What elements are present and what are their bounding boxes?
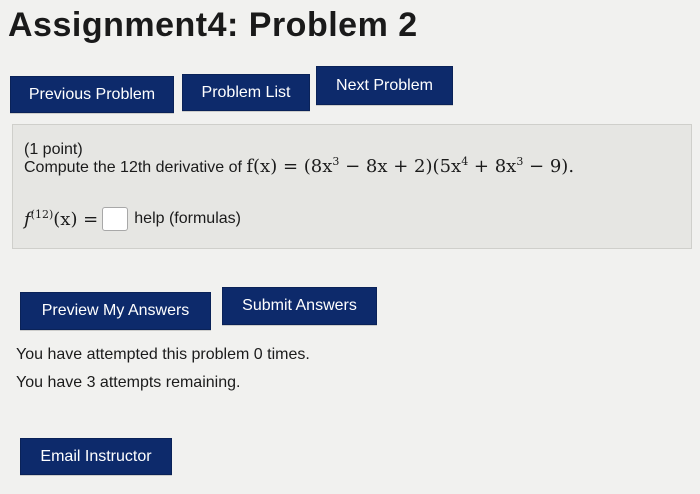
answer-label: f(12)(x) = [24,208,98,230]
attempts-made-text: You have attempted this problem 0 times. [16,346,310,363]
function-expression: f(x) = (8x3 − 8x + 2)(5x4 + 8x3 − 9). [246,155,574,177]
page-title: Assignment4: Problem 2 [8,6,418,44]
problem-prompt: Compute the 12th derivative of f(x) = (8… [24,155,574,177]
answer-input[interactable] [102,207,129,231]
problem-box: (1 point) Compute the 12th derivative of… [12,124,692,249]
answer-row: f(12)(x) = help (formulas) [24,207,241,231]
submit-answers-button[interactable]: Submit Answers [222,287,377,325]
factor2-mid: + 8x [468,156,517,177]
answer-label-rest: (x) = [53,209,99,230]
answer-label-base: f [24,209,31,230]
answer-label-exponent: (12) [30,208,54,221]
preview-answers-button[interactable]: Preview My Answers [20,292,211,330]
function-lhs: f(x) = [246,156,299,177]
problem-list-button[interactable]: Problem List [182,74,310,111]
factor1-open: (8x [303,156,333,177]
prompt-text: Compute the 12th derivative of [24,159,242,176]
factor2-open: (5x [432,156,462,177]
help-formulas-link[interactable]: help (formulas) [134,210,241,228]
function-period: . [568,156,575,177]
previous-problem-button[interactable]: Previous Problem [10,76,174,113]
attempts-remaining-text: You have 3 attempts remaining. [16,374,241,391]
factor1-rest: − 8x + 2) [339,156,433,177]
next-problem-button[interactable]: Next Problem [316,66,453,105]
factor2-rest: − 9) [523,156,569,177]
email-instructor-button[interactable]: Email Instructor [20,438,172,475]
